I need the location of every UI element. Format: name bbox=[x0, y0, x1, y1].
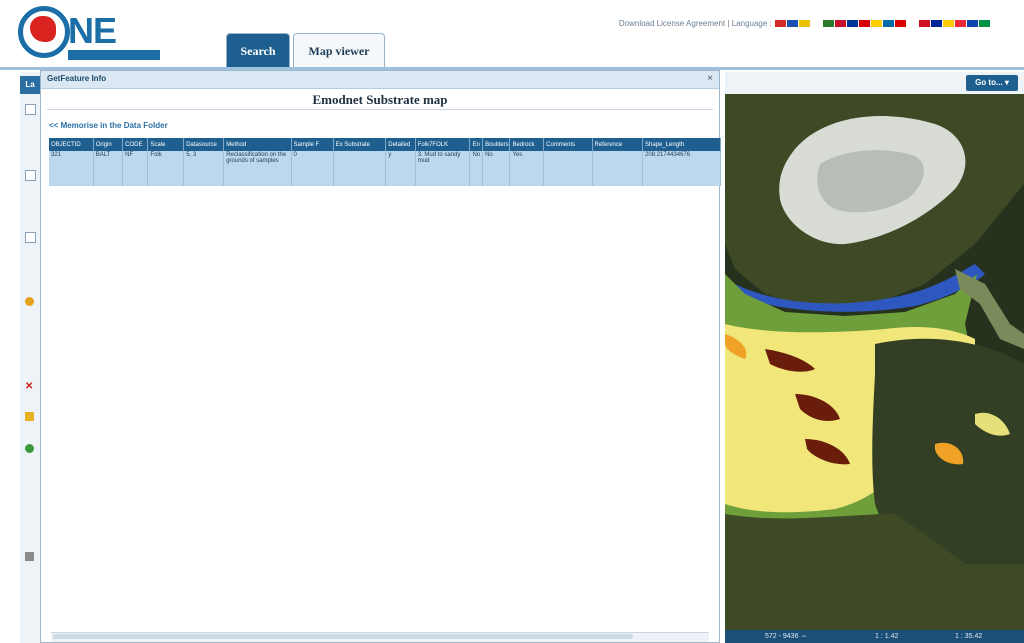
flag-icon[interactable] bbox=[859, 20, 870, 28]
close-icon[interactable]: × bbox=[707, 73, 713, 84]
goto-button[interactable]: Go to... ▾ bbox=[966, 75, 1018, 91]
license-link[interactable]: Download License Agreement bbox=[619, 19, 725, 28]
checkbox-icon[interactable] bbox=[25, 104, 36, 115]
feature-info-table: OBJECTID Origin CODE Scale Datasource Method S… bbox=[49, 138, 721, 186]
table-cell: Yes bbox=[509, 151, 545, 186]
flag-icon[interactable] bbox=[919, 20, 930, 28]
column-header[interactable]: Detailed bbox=[385, 138, 416, 151]
column-header[interactable]: Folk7FOLK bbox=[415, 138, 471, 151]
table-header-row: OBJECTID Origin CODE Scale Datasource Method S… bbox=[49, 138, 721, 151]
flag-icon[interactable] bbox=[931, 20, 942, 28]
legend-icon[interactable] bbox=[25, 412, 34, 421]
column-header[interactable]: En bbox=[469, 138, 484, 151]
dialog-title: GetFeature Info bbox=[47, 74, 107, 83]
memorise-data-folder-link[interactable]: << Memorise in the Data Folder bbox=[49, 121, 168, 130]
table-row[interactable]: 321 BALT NF Folk 5, 3 Reclassification on the… bbox=[49, 151, 721, 186]
tab-search[interactable]: Search bbox=[226, 33, 290, 67]
flag-icon[interactable] bbox=[979, 20, 990, 28]
link-separator: | bbox=[727, 19, 730, 28]
column-header[interactable]: OBJECTID bbox=[49, 138, 94, 151]
scale-readout-2: 1 : 35.42 bbox=[955, 633, 983, 640]
one-logo[interactable]: NE bbox=[18, 6, 168, 62]
column-header[interactable]: Method bbox=[223, 138, 292, 151]
dialog-titlebar[interactable] bbox=[41, 71, 719, 89]
table-cell: BALT bbox=[93, 151, 124, 186]
flag-icon[interactable] bbox=[943, 20, 954, 28]
map-statusbar: 572 - 9436 ⇔ 1 : 1.42 1 : 35.42 bbox=[725, 630, 1024, 643]
folder-icon[interactable] bbox=[25, 232, 36, 243]
column-header[interactable]: Datasource bbox=[183, 138, 225, 151]
column-header[interactable]: Shape_Length bbox=[642, 138, 721, 151]
table-cell: No bbox=[469, 151, 484, 186]
table-cell: No bbox=[482, 151, 511, 186]
table-cell: Folk bbox=[147, 151, 185, 186]
logo-bird-icon bbox=[30, 16, 56, 42]
table-cell: Reclassification on the grounds of sampl… bbox=[223, 151, 292, 186]
layer-heading: Emodnet Substrate map bbox=[312, 92, 448, 107]
pin-icon[interactable] bbox=[25, 297, 34, 306]
column-header[interactable]: Scale bbox=[147, 138, 185, 151]
table-cell: 5, 3 bbox=[183, 151, 225, 186]
remove-icon[interactable]: ✕ bbox=[25, 382, 34, 392]
flag-icon[interactable] bbox=[775, 20, 786, 28]
flag-icon[interactable] bbox=[847, 20, 858, 28]
column-header[interactable]: Ex Substrate bbox=[333, 138, 387, 151]
flag-icon[interactable] bbox=[967, 20, 978, 28]
table-cell: 208.2174434676 bbox=[642, 151, 721, 186]
layer-panel-header[interactable]: La bbox=[20, 76, 40, 94]
logo-text: NE bbox=[68, 10, 117, 51]
table-body: 321 BALT NF Folk 5, 3 Reclassification on the… bbox=[49, 151, 721, 186]
column-header[interactable]: Bedrock bbox=[509, 138, 545, 151]
flag-icon[interactable] bbox=[955, 20, 966, 28]
flag-icon[interactable] bbox=[787, 20, 798, 28]
scale-readout: 1 : 1.42 bbox=[875, 633, 899, 640]
map-svg bbox=[725, 94, 1024, 630]
layer-panel-strip: La ✕ bbox=[20, 72, 41, 643]
checkbox-icon[interactable] bbox=[25, 170, 36, 181]
column-header[interactable]: Origin bbox=[93, 138, 124, 151]
globe-icon[interactable] bbox=[25, 444, 34, 453]
getfeature-info-dialog: GetFeature Info × Emodnet Substrate map … bbox=[40, 70, 721, 643]
app-header: NE Search Map viewer Download License Ag… bbox=[0, 0, 1024, 68]
heading-divider bbox=[47, 109, 713, 110]
table-cell bbox=[333, 151, 387, 186]
table-cell bbox=[592, 151, 644, 186]
top-links: Download License Agreement | Language : bbox=[619, 19, 990, 28]
column-header[interactable]: Boulders bbox=[482, 138, 511, 151]
language-flags bbox=[774, 19, 990, 28]
column-header[interactable]: Reference bbox=[592, 138, 644, 151]
flag-icon[interactable] bbox=[823, 20, 834, 28]
table-cell bbox=[543, 151, 593, 186]
table-cell: NF bbox=[122, 151, 149, 186]
table-cell: 3. Mud to sandy mud bbox=[415, 151, 471, 186]
table-cell: 0 bbox=[291, 151, 334, 186]
scrollbar-thumb[interactable] bbox=[53, 634, 633, 639]
column-header[interactable]: Sample F bbox=[291, 138, 334, 151]
table-cell: y bbox=[385, 151, 416, 186]
flag-icon[interactable] bbox=[895, 20, 906, 28]
column-header[interactable]: CODE bbox=[122, 138, 149, 151]
coords-readout: 572 - 9436 ⇔ bbox=[765, 633, 808, 640]
column-header[interactable]: Comments bbox=[543, 138, 593, 151]
map-canvas[interactable] bbox=[725, 94, 1024, 630]
language-label: Language : bbox=[731, 19, 772, 28]
flag-icon[interactable] bbox=[883, 20, 894, 28]
tab-map-viewer[interactable]: Map viewer bbox=[293, 33, 385, 67]
flag-icon[interactable] bbox=[799, 20, 810, 28]
flag-icon[interactable] bbox=[835, 20, 846, 28]
flag-icon[interactable] bbox=[811, 20, 822, 28]
table-cell: 321 bbox=[49, 151, 94, 186]
flag-icon[interactable] bbox=[907, 20, 918, 28]
logo-subtitle bbox=[68, 50, 160, 60]
print-icon[interactable] bbox=[25, 552, 34, 561]
flag-icon[interactable] bbox=[871, 20, 882, 28]
